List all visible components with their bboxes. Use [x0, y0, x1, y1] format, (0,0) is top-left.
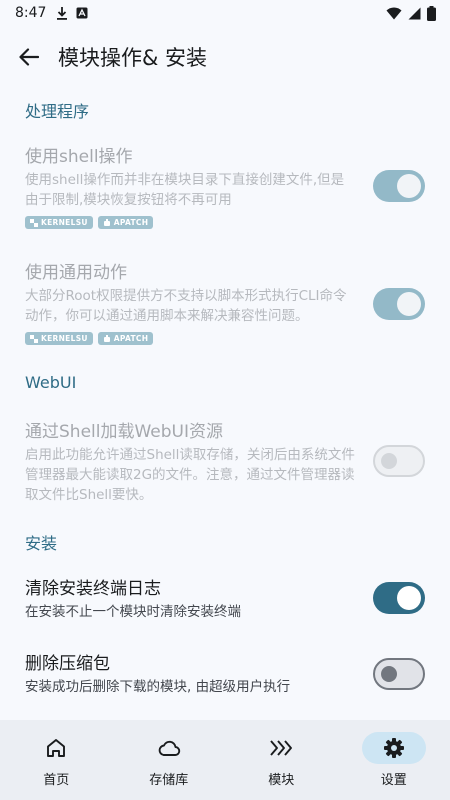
- pref-delete-zip-title: 删除压缩包: [25, 654, 110, 674]
- pref-shell-ops-summary: 使用shell操作而并非在模块目录下直接创建文件,但是由于限制,模块恢复按钮将不…: [25, 172, 345, 208]
- settings-icon: [383, 738, 404, 758]
- bottom-navigation: 首页 存储库 模块 设置: [0, 720, 450, 800]
- nav-label-settings: 设置: [380, 773, 407, 788]
- status-bar: 8:47: [0, 0, 450, 26]
- nav-label-repository: 存储库: [149, 773, 189, 788]
- cloud-icon: [158, 740, 180, 756]
- status-time: 8:47: [15, 5, 47, 21]
- nav-icon-container: [361, 732, 426, 764]
- modules-icon: [270, 740, 293, 756]
- nav-item-settings[interactable]: 设置: [338, 720, 450, 800]
- section-header-install: 安装: [25, 534, 58, 553]
- app-notification-icon: [76, 7, 88, 19]
- badge-kernelsu: KERNELSU: [25, 216, 93, 229]
- apatch-icon: [103, 334, 110, 342]
- pref-clear-log-summary: 在安装不止一个模块时清除安装终端: [25, 604, 241, 620]
- settings-list[interactable]: 处理程序 使用shell操作 使用shell操作而并非在模块目录下直接创建文件,…: [0, 84, 450, 720]
- nav-icon-container: [137, 732, 201, 764]
- badge-apatch: APATCH: [97, 216, 154, 229]
- nav-item-modules[interactable]: 模块: [225, 720, 338, 800]
- switch-knob: [397, 292, 421, 316]
- pref-shell-webui-summary: 启用此功能允许通过Shell读取存储，关闭后由系统文件管理器最大能读取2G的文件…: [25, 447, 355, 503]
- switch-clear-log[interactable]: [373, 582, 425, 614]
- top-app-bar: 模块操作& 安装: [0, 30, 450, 84]
- switch-delete-zip[interactable]: [373, 658, 425, 690]
- page-title: 模块操作& 安装: [58, 46, 208, 70]
- switch-shell-ops[interactable]: [373, 170, 425, 202]
- battery-icon: [427, 5, 436, 21]
- pref-generic-action-title: 使用通用动作: [25, 263, 127, 283]
- switch-shell-webui[interactable]: [373, 445, 425, 477]
- pref-shell-ops-title: 使用shell操作: [25, 147, 133, 167]
- download-icon: [57, 7, 68, 20]
- nav-icon-container: [24, 732, 88, 764]
- pref-generic-action-summary: 大部分Root权限提供方不支持以脚本形式执行CLI命令动作，你可以通过通用脚本来…: [25, 288, 347, 324]
- home-icon: [47, 739, 66, 757]
- nav-icon-container: [249, 732, 313, 764]
- nav-item-repository[interactable]: 存储库: [113, 720, 226, 800]
- kernelsu-icon: [30, 218, 38, 227]
- switch-generic-action[interactable]: [373, 288, 425, 320]
- root-provider-badges: KERNELSU APATCH: [25, 216, 425, 229]
- switch-knob: [397, 586, 421, 610]
- root-provider-badges: KERNELSU APATCH: [25, 332, 425, 345]
- nav-label-home: 首页: [43, 773, 70, 788]
- kernelsu-icon: [30, 334, 38, 343]
- apatch-icon: [103, 218, 110, 226]
- pref-delete-zip-summary: 安装成功后删除下载的模块, 由超级用户执行: [25, 679, 291, 695]
- section-header-webui: WebUI: [25, 373, 77, 392]
- nav-label-modules: 模块: [268, 773, 295, 788]
- section-header-handler: 处理程序: [25, 102, 90, 121]
- wifi-icon: [386, 7, 402, 19]
- switch-knob: [381, 666, 397, 682]
- pref-shell-webui-title: 通过Shell加载WebUI资源: [25, 422, 223, 442]
- switch-knob: [381, 453, 397, 469]
- arrow-back-icon: [19, 48, 39, 66]
- back-button[interactable]: [14, 42, 44, 72]
- switch-knob: [397, 174, 421, 198]
- nav-item-home[interactable]: 首页: [0, 720, 113, 800]
- badge-kernelsu: KERNELSU: [25, 332, 93, 345]
- pref-clear-log-title: 清除安装终端日志: [25, 579, 161, 599]
- signal-icon: [408, 7, 421, 19]
- badge-apatch: APATCH: [97, 332, 154, 345]
